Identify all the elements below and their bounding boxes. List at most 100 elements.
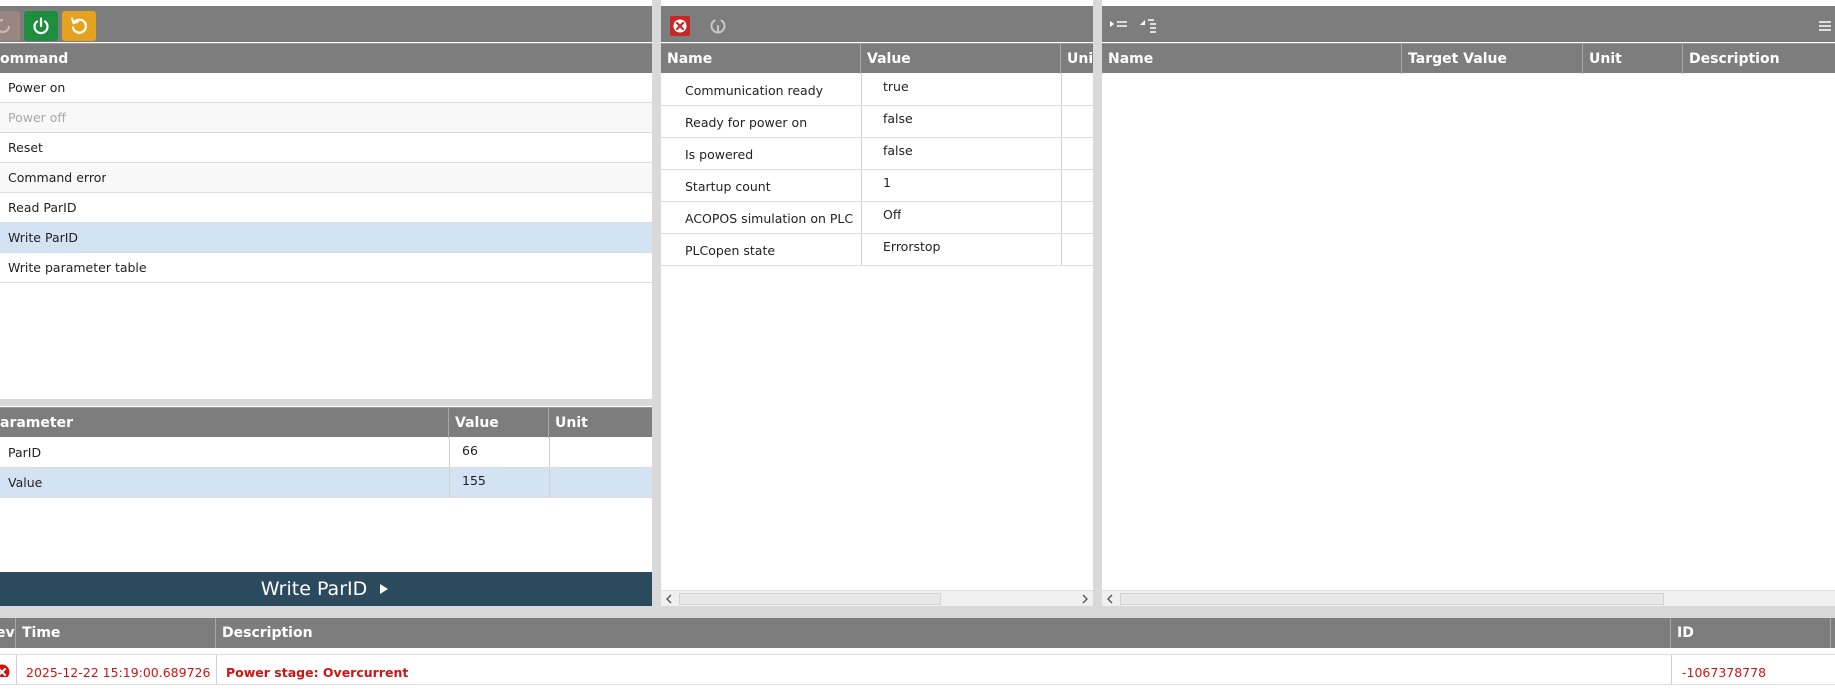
chevron-left-icon: [666, 594, 672, 604]
status-row[interactable]: PLCopen state Errorstop: [661, 234, 1093, 266]
app-window: ommand Power on Power off Reset Command err…: [0, 0, 1835, 691]
column-divider: [449, 468, 450, 497]
event-log-panel: eve Time Description ID 2025-12-22 15:19…: [0, 618, 1835, 691]
column-divider: [216, 655, 217, 684]
scroll-right-button[interactable]: [1077, 591, 1093, 606]
column-divider: [861, 138, 862, 169]
commands-list: Power on Power off Reset Command error Read …: [0, 73, 652, 399]
column-command[interactable]: ommand: [0, 44, 652, 74]
scrollbar-thumb[interactable]: [1120, 593, 1664, 605]
scroll-left-button[interactable]: [661, 591, 677, 606]
column-unit[interactable]: Unit: [1583, 44, 1683, 74]
column-description[interactable]: Description: [216, 618, 1671, 648]
power-icon: [33, 17, 49, 35]
column-time[interactable]: Time: [16, 618, 216, 648]
vertical-splitter-1[interactable]: [652, 0, 661, 606]
error-clear-icon: [670, 16, 690, 36]
parameter-name: Value: [8, 475, 43, 490]
event-time: 2025-12-22 15:19:00.689726: [26, 665, 211, 680]
command-item[interactable]: Write parameter table: [0, 253, 652, 283]
status-horizontal-scrollbar[interactable]: [661, 590, 1093, 606]
column-description[interactable]: Description: [1683, 44, 1835, 74]
reset-icon: [71, 17, 87, 34]
column-divider: [1061, 234, 1062, 265]
command-label: Power on: [8, 80, 66, 95]
command-item[interactable]: Power on: [0, 73, 652, 103]
menu-button[interactable]: [1813, 11, 1835, 41]
status-value: false: [883, 143, 913, 158]
command-item[interactable]: Command error: [0, 163, 652, 193]
status-value: Errorstop: [883, 239, 941, 254]
event-log-row[interactable]: 2025-12-22 15:19:00.689726 Power stage: O…: [0, 655, 1835, 685]
parameter-table-body: [1102, 74, 1835, 590]
parameter-table-panel: Name Target Value Unit Description: [1102, 0, 1835, 606]
bottom-horizontal-splitter[interactable]: [0, 606, 1835, 618]
parameter-value[interactable]: 66: [462, 436, 478, 466]
column-name[interactable]: Name: [1102, 44, 1402, 74]
collapse-all-button[interactable]: [1136, 11, 1162, 41]
parameter-value[interactable]: 155: [462, 466, 486, 496]
column-divider: [861, 74, 862, 105]
error-clear-button[interactable]: [665, 11, 695, 41]
column-divider: [1061, 74, 1062, 105]
column-parameter[interactable]: arameter: [0, 408, 449, 438]
status-row[interactable]: Startup count 1: [661, 170, 1093, 202]
write-parid-label: Write ParID: [260, 578, 368, 600]
command-item[interactable]: Power off: [0, 103, 652, 133]
expand-all-button[interactable]: [1106, 11, 1132, 41]
reset-button[interactable]: [62, 11, 96, 41]
play-arrow-icon: [380, 584, 389, 594]
status-value: false: [883, 111, 913, 126]
status-value: true: [883, 79, 909, 94]
refresh-button[interactable]: [703, 11, 733, 41]
power-on-button[interactable]: [24, 11, 58, 41]
event-log-list: 2025-12-22 15:19:00.689726 Power stage: O…: [0, 654, 1835, 691]
column-unit[interactable]: Unit: [1061, 44, 1093, 74]
command-item[interactable]: Reset: [0, 133, 652, 163]
disabled-power-button[interactable]: [0, 11, 20, 41]
expand-all-icon: [1110, 21, 1127, 27]
column-divider: [1671, 655, 1672, 684]
column-level[interactable]: eve: [0, 618, 16, 648]
write-parid-button[interactable]: Write ParID: [0, 572, 652, 606]
column-id[interactable]: ID: [1671, 618, 1831, 648]
parameter-table-horizontal-scrollbar[interactable]: [1102, 590, 1835, 606]
command-item[interactable]: Read ParID: [0, 193, 652, 223]
column-divider: [861, 234, 862, 265]
column-value[interactable]: Value: [861, 44, 1061, 74]
parameter-row[interactable]: ParID 66: [0, 438, 652, 468]
column-divider: [549, 468, 550, 497]
parameter-row[interactable]: Value 155: [0, 468, 652, 498]
column-divider: [1061, 106, 1062, 137]
vertical-splitter-2[interactable]: [1093, 0, 1102, 606]
command-label: Command error: [8, 170, 107, 185]
status-row[interactable]: Ready for power on false: [661, 106, 1093, 138]
column-divider: [861, 170, 862, 201]
command-item[interactable]: Write ParID: [0, 223, 652, 253]
status-panel: Name Value Unit Communication ready true R…: [661, 0, 1093, 606]
column-divider: [449, 438, 450, 467]
commands-panel: ommand Power on Power off Reset Command err…: [0, 0, 652, 606]
command-label: Read ParID: [8, 200, 77, 215]
scrollbar-thumb[interactable]: [679, 593, 941, 605]
status-row[interactable]: ACOPOS simulation on PLC Off: [661, 202, 1093, 234]
parameter-name: ParID: [8, 445, 42, 460]
status-row[interactable]: Communication ready true: [661, 74, 1093, 106]
column-name[interactable]: Name: [661, 44, 861, 74]
scroll-left-button[interactable]: [1102, 591, 1118, 606]
status-toolbar: [661, 6, 1093, 42]
command-label: Write parameter table: [8, 260, 147, 275]
commands-toolbar: [0, 6, 652, 42]
status-value: Off: [883, 207, 902, 222]
commands-header: ommand: [0, 43, 652, 73]
event-description: Power stage: Overcurrent: [226, 665, 409, 680]
status-name: Startup count: [685, 179, 771, 194]
column-unit[interactable]: Unit: [549, 408, 652, 438]
status-row[interactable]: Is powered false: [661, 138, 1093, 170]
column-divider: [861, 202, 862, 233]
column-value[interactable]: Value: [449, 408, 549, 438]
left-horizontal-splitter[interactable]: [0, 399, 652, 406]
chevron-left-icon: [1107, 594, 1113, 604]
error-icon: [0, 661, 10, 677]
column-target-value[interactable]: Target Value: [1402, 44, 1583, 74]
